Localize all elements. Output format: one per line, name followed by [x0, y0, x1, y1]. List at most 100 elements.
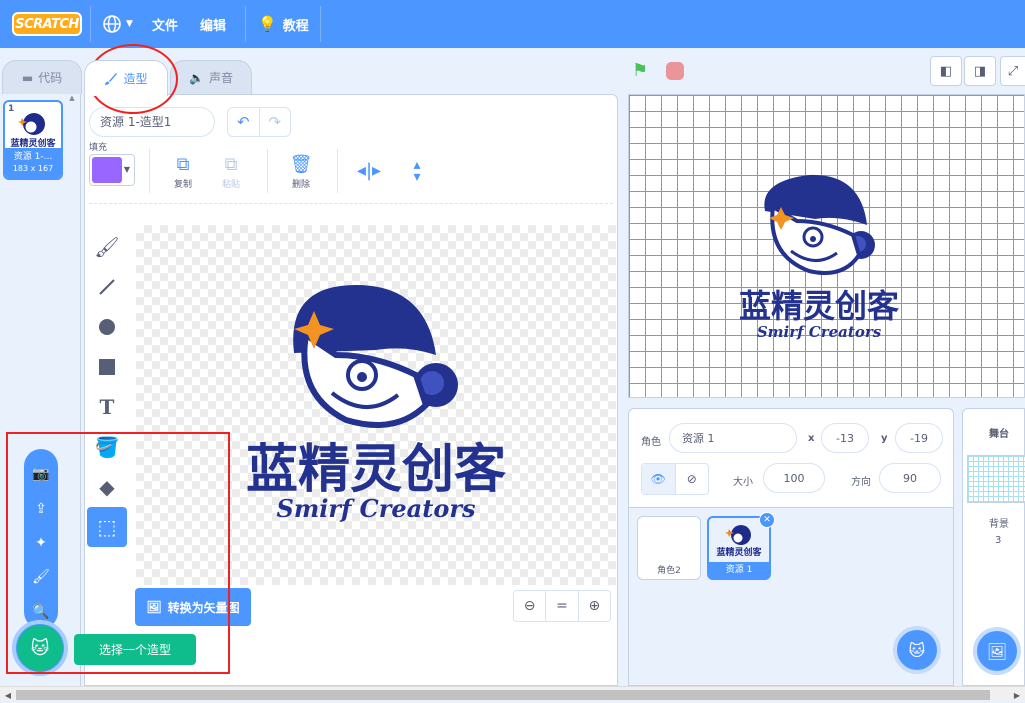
toolbar-divider	[337, 149, 338, 193]
redo-button[interactable]: ↷	[258, 108, 291, 136]
zoom-reset-label: =	[556, 598, 568, 614]
close-icon: ✕	[763, 515, 771, 525]
line-tool[interactable]	[87, 267, 127, 307]
costume-thumbnail[interactable]: 1 蓝精灵创客 资源 1-... 183 x 167	[3, 100, 63, 180]
camera-icon: 📷	[32, 466, 50, 483]
size-input[interactable]: 100	[763, 463, 825, 493]
hide-button[interactable]: ⊘	[674, 464, 709, 494]
scroll-left-arrow[interactable]: ◀	[0, 687, 16, 703]
scroll-up-arrow[interactable]: ▲	[66, 94, 78, 102]
backdrops-count: 3	[995, 535, 1002, 546]
tutorials-menu[interactable]: 💡 教程	[258, 0, 309, 48]
rectangle-icon	[99, 359, 115, 375]
brush-icon: 🖌	[32, 569, 50, 586]
size-label: 大小	[733, 477, 753, 488]
image-plus-icon: 🖼	[986, 641, 1008, 661]
fill-color-picker[interactable]: ▼	[89, 154, 135, 186]
select-icon: ⬚	[97, 515, 117, 539]
upload-button[interactable]: ⇪	[24, 491, 58, 525]
sprite-list: 角色2 蓝精灵创客 ✕ 资源 1 🐱	[628, 508, 954, 686]
circle-tool[interactable]	[87, 307, 127, 347]
costume-list-scrollbar[interactable]: ▲	[66, 94, 78, 686]
eraser-icon: ◆	[99, 475, 115, 499]
tab-code[interactable]: ▬ 代码	[2, 60, 82, 94]
speaker-icon: 🔈	[189, 70, 204, 85]
paste-button[interactable]: ⧉ 粘贴	[211, 153, 251, 193]
text-tool[interactable]: T	[87, 387, 127, 427]
small-stage-icon: ◧	[939, 63, 953, 79]
eraser-tool[interactable]: ◆	[87, 467, 127, 507]
zoom-out-button[interactable]: ⊖	[514, 591, 545, 621]
camera-button[interactable]: 📷	[24, 457, 58, 491]
stage-thumbnail	[967, 455, 1025, 503]
brush-tool[interactable]: 🖌	[87, 227, 127, 267]
toolbar-separator	[89, 203, 613, 204]
sprite-name-input[interactable]: 资源 1	[669, 423, 797, 453]
fullscreen-icon: ⤢	[1007, 63, 1019, 79]
stage-selector-panel[interactable]: 舞台 背景 3 🖼	[962, 408, 1025, 686]
select-tool[interactable]: ⬚	[87, 507, 127, 547]
horizontal-scrollbar[interactable]: ◀ ▶	[0, 686, 1025, 702]
file-menu[interactable]: 文件	[152, 0, 178, 48]
scrollbar-thumb[interactable]	[16, 690, 990, 700]
paste-icon: ⧉	[224, 154, 238, 175]
choose-sprite-button[interactable]: 🐱	[893, 626, 941, 674]
small-stage-button[interactable]: ◧	[930, 56, 962, 86]
y-input[interactable]: -19	[895, 423, 943, 453]
choose-costume-button[interactable]: 🐱	[12, 620, 68, 676]
sprite-tile[interactable]: 角色2	[637, 516, 701, 580]
tab-sounds[interactable]: 🔈 声音	[170, 60, 252, 94]
copy-label: 复制	[173, 180, 192, 190]
sprite-name-label: 角色	[641, 437, 661, 448]
chevron-down-icon: ▼	[123, 165, 130, 174]
sprite-tile-label: 角色2	[657, 566, 681, 576]
svg-text:蓝精灵创客: 蓝精灵创客	[716, 546, 762, 558]
flip-vertical-icon: ▴ ▾	[413, 157, 421, 185]
green-flag-icon: ⚑	[632, 60, 649, 81]
chevron-down-icon: ▼	[126, 19, 133, 29]
undo-button[interactable]: ↶	[228, 108, 259, 136]
paint-canvas[interactable]: 蓝精灵创客 Smirf Creators	[136, 225, 616, 585]
zoom-in-button[interactable]: ⊕	[577, 591, 610, 621]
show-button[interactable]: 👁	[642, 464, 675, 494]
eye-icon: 👁	[650, 472, 666, 486]
costume-name-input[interactable]: 资源 1-造型1	[89, 107, 215, 137]
fullscreen-button[interactable]: ⤢	[1000, 56, 1025, 86]
lightbulb-icon: 💡	[258, 15, 277, 33]
paint-button[interactable]: 🖌	[24, 560, 58, 594]
direction-input[interactable]: 90	[879, 463, 941, 493]
stop-button[interactable]	[666, 62, 684, 80]
scroll-right-arrow[interactable]: ▶	[1009, 687, 1025, 703]
x-input[interactable]: -13	[821, 423, 869, 453]
tab-costumes[interactable]: 造型	[84, 60, 168, 96]
sparkle-icon: ✦	[35, 535, 47, 552]
smirf-logo-artwork: 蓝精灵创客 Smirf Creators	[246, 285, 506, 523]
convert-label: 转换为矢量图	[167, 600, 240, 615]
language-menu[interactable]: ▼	[102, 0, 133, 48]
copy-button[interactable]: ⧉ 复制	[163, 153, 203, 193]
costume-name: 资源 1-...	[13, 152, 53, 162]
rectangle-tool[interactable]	[87, 347, 127, 387]
cat-plus-icon: 🐱	[908, 640, 926, 660]
cat-plus-icon: 🐱	[17, 625, 63, 671]
stage-canvas[interactable]: 蓝精灵创客 Smirf Creators	[628, 94, 1025, 398]
sprite-tile-selected[interactable]: 蓝精灵创客 ✕ 资源 1	[707, 512, 775, 580]
edit-menu[interactable]: 编辑	[200, 0, 226, 48]
choose-backdrop-button[interactable]: 🖼	[973, 627, 1021, 675]
large-stage-button[interactable]: ◨	[964, 56, 996, 86]
flip-horizontal-button[interactable]: ◂|▸	[349, 159, 389, 199]
stage-title: 舞台	[989, 429, 1009, 440]
delete-sprite-button[interactable]: ✕	[759, 512, 775, 528]
convert-to-vector-button[interactable]: 🖼 转换为矢量图	[135, 588, 251, 626]
costume-size: 183 x 167	[12, 164, 54, 173]
text-icon: T	[99, 395, 115, 419]
zoom-reset-button[interactable]: =	[545, 591, 577, 621]
menu-bar: SCRATCH ▼ 文件 编辑 💡 教程	[0, 0, 1025, 48]
surprise-button[interactable]: ✦	[24, 526, 58, 560]
scratch-logo[interactable]: SCRATCH	[12, 12, 82, 36]
fill-tool[interactable]: 🪣	[87, 427, 127, 467]
globe-icon	[103, 15, 121, 33]
flip-vertical-button[interactable]: ▴ ▾	[397, 157, 437, 199]
green-flag-button[interactable]: ⚑	[632, 60, 648, 81]
delete-button[interactable]: 🗑 删除	[281, 153, 321, 193]
